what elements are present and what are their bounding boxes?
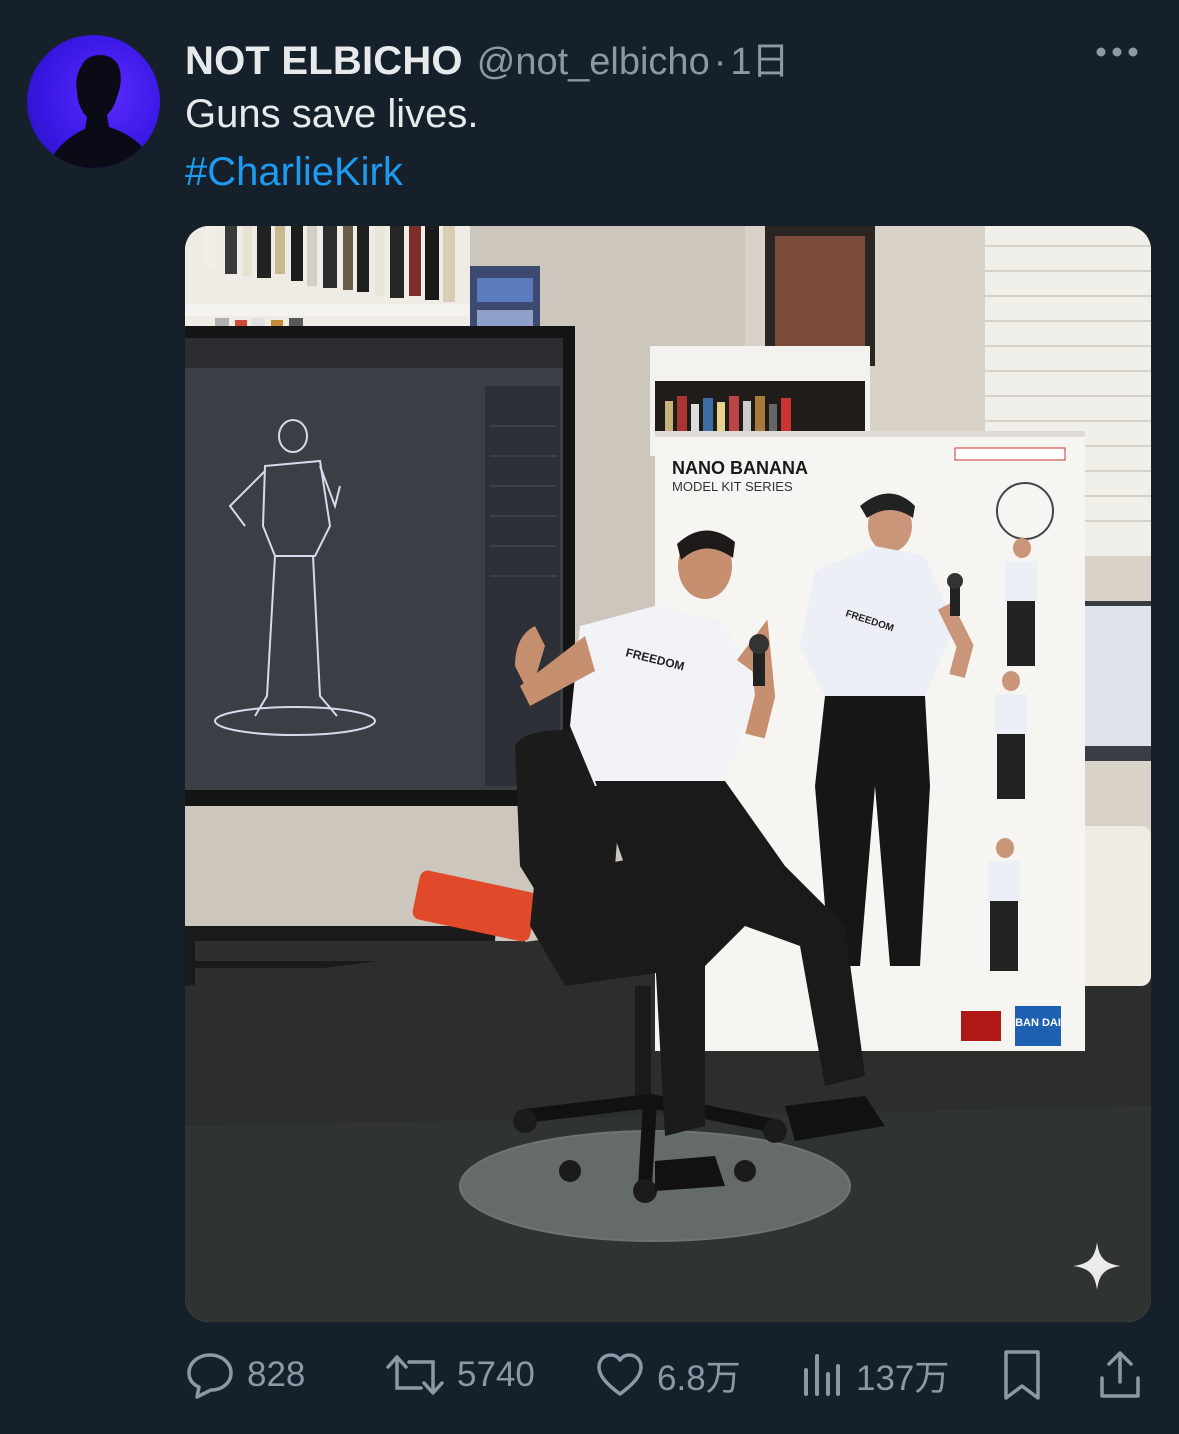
- tweet-header: NOT ELBICHO @not_elbicho · 1日: [185, 30, 1139, 83]
- tweet-text: Guns save lives.: [185, 92, 479, 136]
- share-button[interactable]: [1097, 1345, 1143, 1405]
- heart-icon: [597, 1353, 643, 1396]
- box-brand: BAN DAI: [1015, 1017, 1061, 1029]
- more-options-icon[interactable]: [1093, 34, 1141, 70]
- like-button[interactable]: 6.8万: [595, 1345, 741, 1405]
- author-handle[interactable]: @not_elbicho: [477, 41, 710, 84]
- views-icon: [804, 1354, 840, 1396]
- bookmark-icon: [1004, 1350, 1040, 1400]
- views-button[interactable]: 137万: [800, 1345, 949, 1405]
- retweet-icon: [386, 1355, 444, 1395]
- hashtag-link[interactable]: #CharlieKirk: [185, 150, 403, 195]
- tweet-image[interactable]: NANO BANANA MODEL KIT SERIES FREEDOM BAN…: [185, 226, 1151, 1322]
- box-title: NANO BANANA: [672, 458, 808, 478]
- sparkle-icon: [1071, 1240, 1123, 1292]
- photo-illustration: NANO BANANA MODEL KIT SERIES FREEDOM BAN…: [185, 226, 1151, 1322]
- views-count: 137万: [856, 1358, 950, 1398]
- avatar-silhouette: [47, 54, 155, 168]
- timestamp[interactable]: 1日: [730, 30, 789, 85]
- separator-dot: ·: [713, 41, 727, 83]
- reply-button[interactable]: 828: [185, 1345, 305, 1405]
- action-bar: 828 5740 6.8万 137万: [185, 1345, 1147, 1405]
- retweet-count: 5740: [457, 1355, 535, 1394]
- avatar[interactable]: [27, 35, 160, 168]
- reply-icon: [187, 1353, 233, 1399]
- share-icon: [1100, 1351, 1140, 1398]
- box-subtitle: MODEL KIT SERIES: [672, 479, 793, 494]
- author-name[interactable]: NOT ELBICHO: [185, 39, 463, 84]
- like-count: 6.8万: [657, 1358, 741, 1398]
- reply-count: 828: [247, 1355, 306, 1394]
- retweet-button[interactable]: 5740: [385, 1345, 535, 1405]
- bookmark-button[interactable]: [1000, 1345, 1044, 1405]
